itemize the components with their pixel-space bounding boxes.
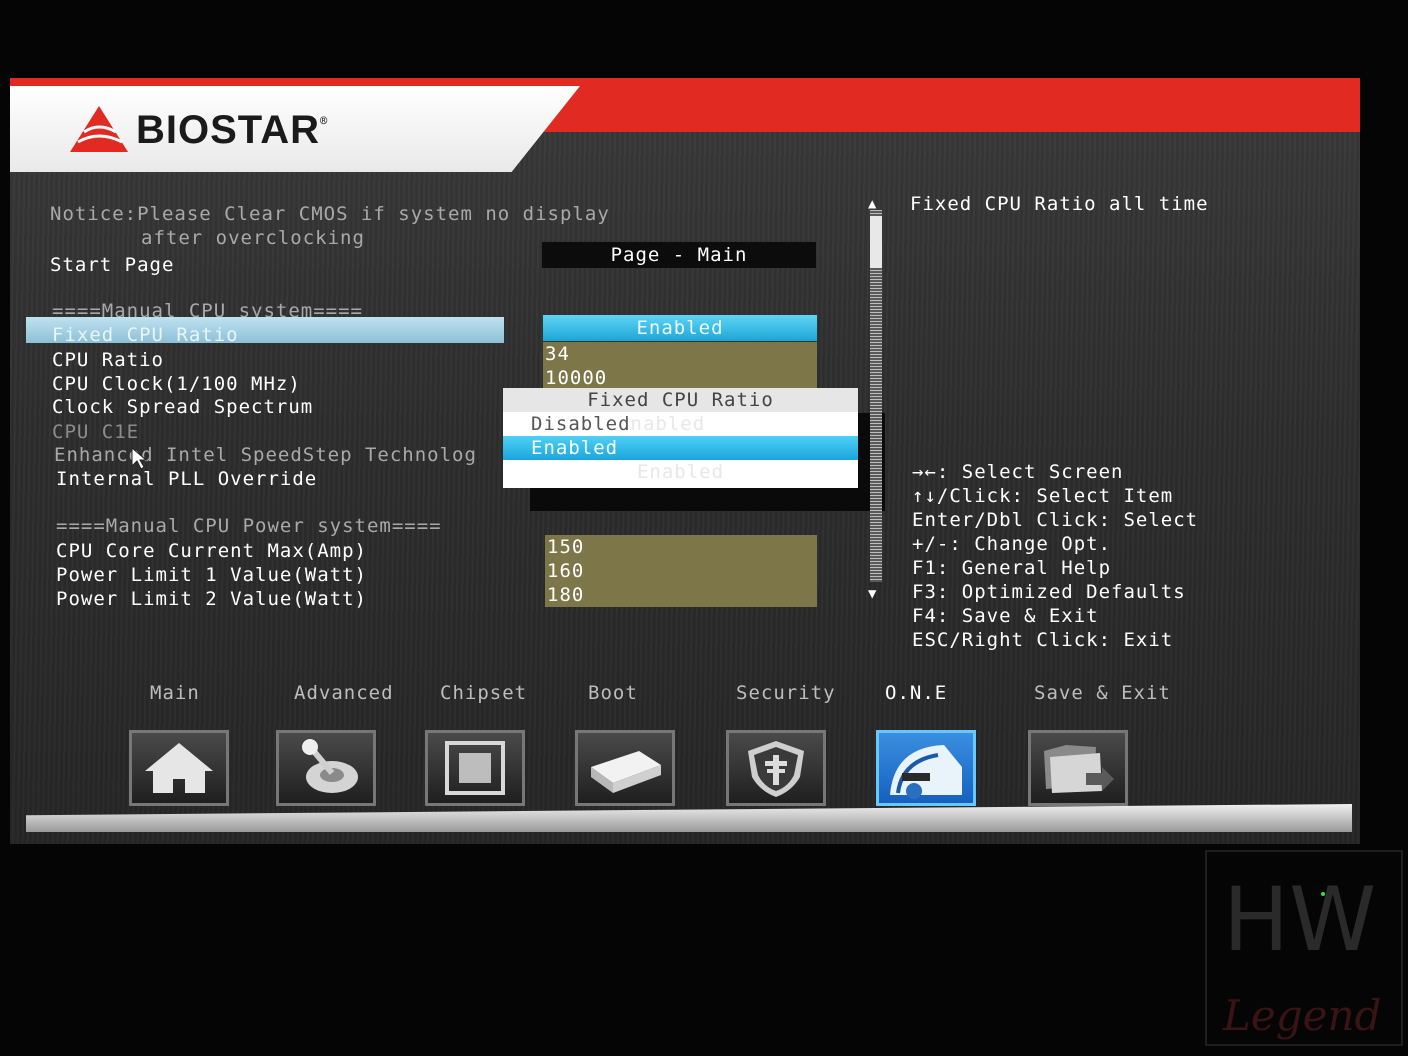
setting-fixed-cpu-ratio[interactable]: Fixed CPU Ratio [52, 324, 239, 346]
scroll-down-arrow-icon[interactable]: ▼ [868, 586, 876, 602]
start-page-label: Start Page [50, 254, 175, 276]
cpu-ratio-value[interactable]: 34 [543, 342, 817, 366]
cpu-clock-value[interactable]: 10000 [543, 366, 817, 390]
mouse-cursor-icon [131, 446, 148, 470]
value-field-group-power: 150 160 180 [545, 535, 817, 607]
key-help-item: →←: Select Screen [912, 461, 1124, 483]
key-help-item: ↑↓/Click: Select Item [912, 485, 1174, 507]
setting-power-limit-2[interactable]: Power Limit 2 Value(Watt) [56, 588, 367, 610]
exit-folder-icon[interactable] [1028, 730, 1128, 806]
popup-option-enabled[interactable]: Enabled [503, 436, 858, 460]
shield-icon[interactable] [726, 730, 826, 806]
section-header-cpu-power: ====Manual CPU Power system==== [56, 515, 442, 537]
speedometer-icon[interactable] [876, 730, 976, 806]
setting-power-limit-1[interactable]: Power Limit 1 Value(Watt) [56, 564, 367, 586]
setting-clock-spread-spectrum[interactable]: Clock Spread Spectrum [52, 396, 313, 418]
notice-line-1: Notice:Please Clear CMOS if system no di… [50, 203, 610, 225]
power-limit-1-value[interactable]: 160 [545, 559, 817, 583]
logo-triangle-icon [70, 106, 128, 152]
tab-boot[interactable]: Boot [588, 682, 638, 704]
home-icon[interactable] [129, 730, 229, 806]
key-help-item: +/-: Change Opt. [912, 533, 1112, 555]
tab-advanced[interactable]: Advanced [294, 682, 394, 704]
bios-screen: BIOSTAR ® Notice:Please Clear CMOS if sy… [10, 78, 1360, 844]
power-limit-2-value[interactable]: 180 [545, 583, 817, 607]
popup-ghost-text: nabled [630, 413, 706, 435]
setting-internal-pll-override[interactable]: Internal PLL Override [56, 468, 317, 490]
notice-line-2: after overclocking [141, 227, 365, 249]
biostar-logo: BIOSTAR ® [68, 100, 327, 160]
watermark-hw-text: HW [1223, 868, 1376, 971]
joystick-icon[interactable] [276, 730, 376, 806]
logo-wordmark: BIOSTAR [136, 107, 321, 152]
watermark-led-icon [1321, 892, 1325, 896]
popup-title: Fixed CPU Ratio [503, 388, 858, 412]
tab-security[interactable]: Security [736, 682, 836, 704]
option-popup[interactable]: Fixed CPU Ratio Disablednabled Enabled E… [503, 388, 858, 488]
tab-chipset[interactable]: Chipset [440, 682, 527, 704]
key-help-item: F4: Save & Exit [912, 605, 1099, 627]
fixed-cpu-ratio-value[interactable]: Enabled [543, 315, 817, 341]
scrollbar-thumb[interactable] [870, 216, 882, 268]
setting-enhanced-speedstep[interactable]: Enhanced Intel SpeedStep Technolog [54, 444, 477, 466]
key-help-list: →←: Select Screen ↑↓/Click: Select Item … [912, 461, 1198, 653]
page-title: Page - Main [542, 242, 816, 268]
watermark-logo: HW Legend [1205, 850, 1403, 1046]
setting-cpu-c1e: CPU C1E [52, 421, 140, 443]
key-help-item: Enter/Dbl Click: Select [912, 509, 1199, 531]
key-help-item: ESC/Right Click: Exit [912, 629, 1174, 651]
chip-icon[interactable] [425, 730, 525, 806]
watermark-legend-text: Legend [1222, 991, 1381, 1040]
tab-main[interactable]: Main [150, 682, 200, 704]
setting-cpu-clock[interactable]: CPU Clock(1/100 MHz) [52, 373, 301, 395]
key-help-item: F1: General Help [912, 557, 1112, 579]
cpu-core-current-value[interactable]: 150 [545, 535, 817, 559]
setting-cpu-core-current-max[interactable]: CPU Core Current Max(Amp) [56, 540, 367, 562]
value-field-group-cpu: 34 10000 [543, 342, 817, 390]
internal-pll-value-behind: Enabled [636, 461, 725, 483]
setting-cpu-ratio[interactable]: CPU Ratio [52, 349, 164, 371]
help-description: Fixed CPU Ratio all time [910, 193, 1209, 215]
popup-option-disabled[interactable]: Disablednabled [503, 412, 858, 436]
key-help-item: F3: Optimized Defaults [912, 581, 1186, 603]
tab-save-exit[interactable]: Save & Exit [1034, 682, 1171, 704]
tab-one[interactable]: O.N.E [885, 682, 947, 704]
drive-icon[interactable] [575, 730, 675, 806]
logo-registered-mark: ® [320, 114, 328, 128]
icon-tray [26, 804, 1352, 832]
